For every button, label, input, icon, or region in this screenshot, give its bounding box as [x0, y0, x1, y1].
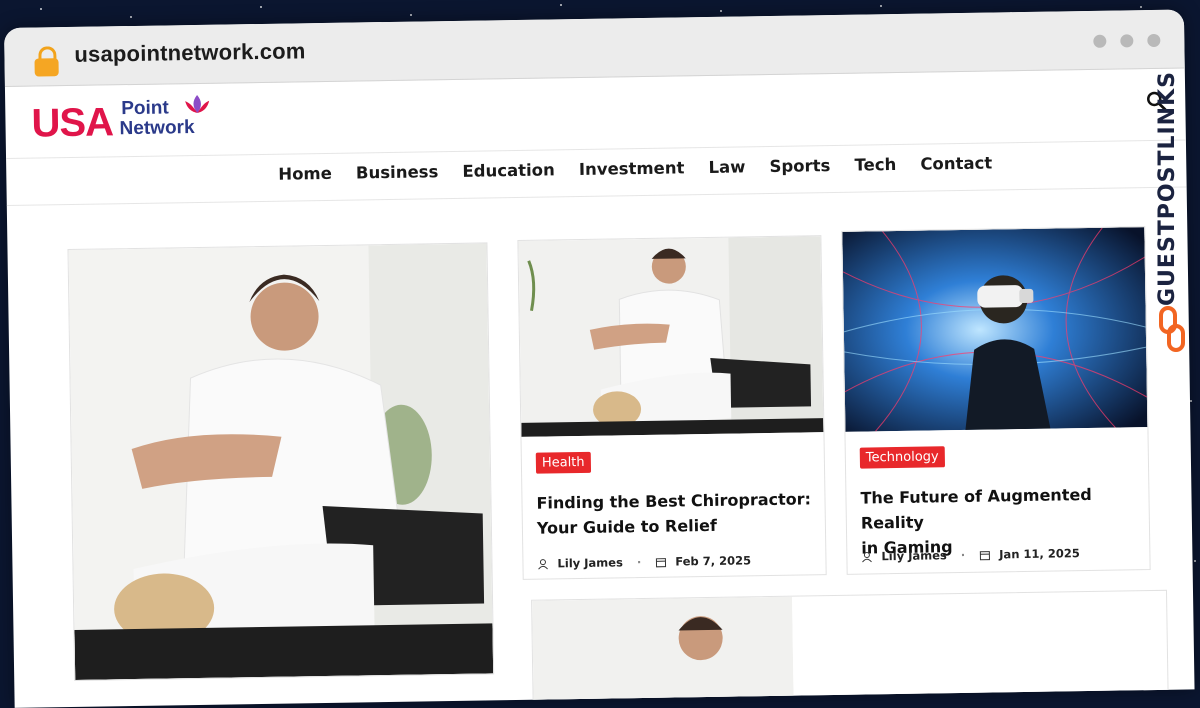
post-title-line: Finding the Best Chiropractor: [536, 486, 821, 515]
nav-investment[interactable]: Investment [579, 158, 685, 179]
calendar-icon [655, 557, 666, 568]
post-title-line: The Future of Augmented Reality [860, 481, 1146, 535]
lock-icon [34, 46, 58, 76]
post-author[interactable]: Lily James [557, 555, 623, 570]
watermark-text: GUESTPOSTLINKS [1155, 71, 1180, 306]
nav-contact[interactable]: Contact [920, 153, 992, 173]
post-title-line: Your Guide to Relief [537, 511, 822, 540]
post-card[interactable]: Health Finding the Best Chiropractor: Yo… [517, 235, 826, 580]
post-card[interactable] [531, 590, 1169, 708]
chiropractor-thumbnail [532, 597, 794, 708]
calendar-icon [979, 550, 990, 561]
window-dot-icon[interactable] [1120, 34, 1133, 47]
category-badge[interactable]: Technology [860, 446, 945, 468]
user-icon [861, 551, 872, 562]
watermark-badge: GUESTPOSTLINKS [1152, 58, 1192, 358]
url-text[interactable]: usapointnetwork.com [74, 38, 306, 68]
logo-network-text: Network [119, 117, 194, 140]
post-card[interactable]: Technology The Future of Augmented Reali… [841, 226, 1150, 575]
post-meta: Lily James · Jan 11, 2025 [861, 546, 1080, 563]
nav-sports[interactable]: Sports [769, 156, 830, 176]
meta-separator: · [961, 548, 966, 562]
lotus-icon [181, 93, 213, 115]
post-title[interactable]: Finding the Best Chiropractor: Your Guid… [536, 486, 822, 540]
window-controls [1084, 32, 1160, 52]
category-badge[interactable]: Health [536, 452, 591, 474]
nav-law[interactable]: Law [708, 157, 745, 177]
nav-tech[interactable]: Tech [854, 155, 896, 175]
chiropractor-photo [68, 243, 493, 680]
post-author[interactable]: Lily James [881, 548, 947, 563]
nav-education[interactable]: Education [462, 160, 555, 180]
site-logo[interactable]: USA Point Network [31, 100, 32, 146]
nav-business[interactable]: Business [356, 162, 439, 182]
meta-separator: · [637, 555, 642, 569]
nav-home[interactable]: Home [278, 164, 332, 184]
post-date: Jan 11, 2025 [999, 546, 1080, 561]
chiropractor-thumbnail [518, 236, 823, 437]
post-meta: Lily James · Feb 7, 2025 [537, 553, 751, 570]
featured-post-card[interactable] [67, 242, 494, 681]
window-dot-icon[interactable] [1093, 35, 1106, 48]
vr-headset-thumbnail [842, 227, 1147, 432]
user-icon [537, 559, 548, 570]
window-dot-icon[interactable] [1147, 34, 1160, 47]
chain-link-icon [1158, 306, 1186, 352]
post-date: Feb 7, 2025 [675, 553, 751, 568]
logo-usa-text: USA [31, 100, 113, 146]
browser-window: usapointnetwork.com USA Point Network Ho… [4, 9, 1195, 707]
